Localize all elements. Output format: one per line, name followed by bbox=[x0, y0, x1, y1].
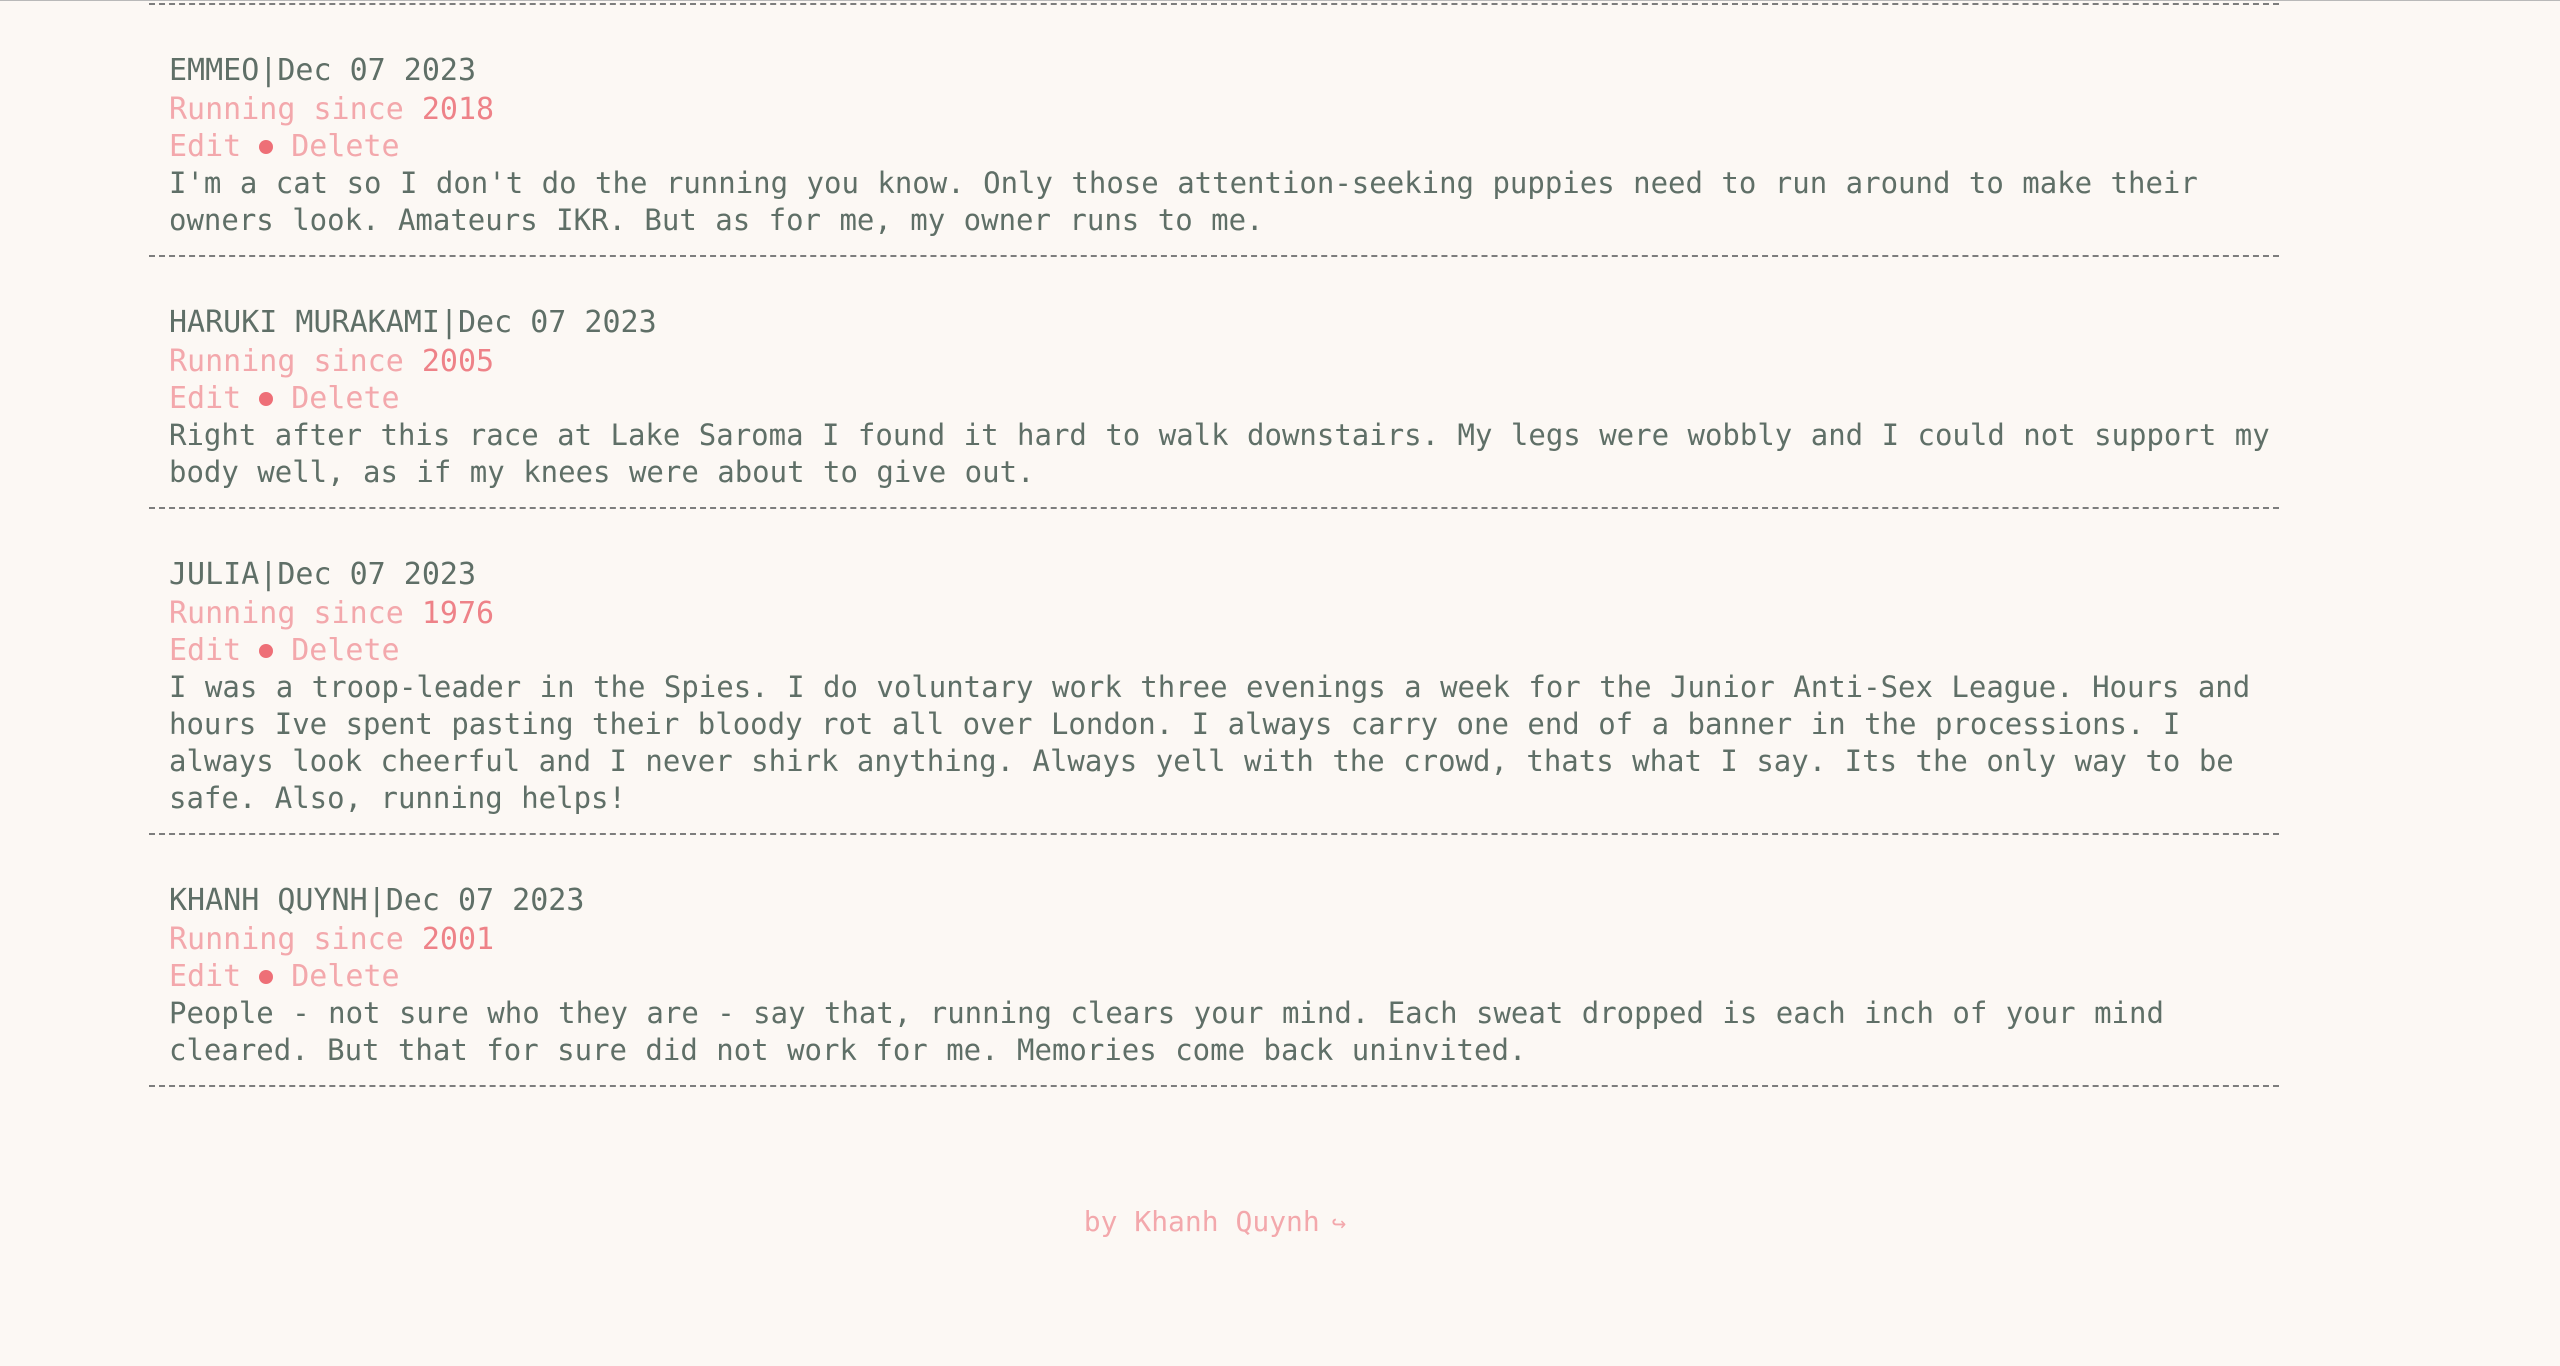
running-since-label: Running since bbox=[169, 92, 404, 127]
footer: by Khanh Quynh ↪ bbox=[0, 1205, 2430, 1238]
header-separator: | bbox=[367, 883, 386, 918]
entry-date: Dec 07 2023 bbox=[458, 305, 657, 340]
running-since: Running since 2018 bbox=[169, 91, 2259, 129]
bullet-dot-icon bbox=[259, 140, 274, 154]
delete-button[interactable]: Delete bbox=[291, 129, 399, 165]
entry-text: I'm a cat so I don't do the running you … bbox=[169, 166, 2198, 237]
entry-date: Dec 07 2023 bbox=[277, 557, 477, 592]
bullet-dot-icon bbox=[259, 392, 274, 406]
entry-actions: Edit Delete bbox=[169, 633, 2259, 669]
running-since-year: 2005 bbox=[421, 344, 495, 379]
entry-author-name: EMMEO bbox=[169, 53, 260, 88]
entry-header: EMMEO|Dec 07 2023 bbox=[169, 51, 2259, 91]
entry-header: JULIA|Dec 07 2023 bbox=[169, 555, 2259, 595]
edit-button[interactable]: Edit bbox=[169, 129, 241, 165]
running-since-label: Running since bbox=[169, 596, 404, 631]
running-since: Running since 2001 bbox=[169, 921, 2259, 959]
entries-list: EMMEO|Dec 07 2023 Running since 2018 Edi… bbox=[149, 3, 2279, 1087]
entry-actions: Edit Delete bbox=[169, 129, 2259, 165]
entry: JULIA|Dec 07 2023 Running since 1976 Edi… bbox=[149, 509, 2279, 833]
entry-text: People - not sure who they are - say tha… bbox=[169, 996, 2164, 1067]
edit-button[interactable]: Edit bbox=[169, 959, 241, 995]
entry-date: Dec 07 2023 bbox=[277, 53, 477, 88]
entry-actions: Edit Delete bbox=[169, 381, 2259, 417]
entry-text: I was a troop-leader in the Spies. I do … bbox=[169, 670, 2251, 815]
entry-actions: Edit Delete bbox=[169, 959, 2259, 995]
running-since: Running since 1976 bbox=[169, 595, 2259, 633]
entry-author-name: HARUKI MURAKAMI bbox=[169, 305, 440, 340]
delete-button[interactable]: Delete bbox=[291, 381, 399, 417]
top-border bbox=[0, 0, 2560, 1]
header-separator: | bbox=[439, 305, 458, 340]
header-separator: | bbox=[259, 53, 278, 88]
edit-button[interactable]: Edit bbox=[169, 633, 241, 669]
delete-button[interactable]: Delete bbox=[291, 633, 399, 669]
running-since: Running since 2005 bbox=[169, 343, 2259, 381]
edit-button[interactable]: Edit bbox=[169, 381, 241, 417]
entry-author-name: JULIA bbox=[169, 557, 260, 592]
return-arrow-icon[interactable]: ↪ bbox=[1332, 1209, 1346, 1237]
delete-button[interactable]: Delete bbox=[291, 959, 399, 995]
bullet-dot-icon bbox=[259, 970, 274, 984]
entry: KHANH QUYNH|Dec 07 2023 Running since 20… bbox=[149, 835, 2279, 1085]
running-since-year: 1976 bbox=[421, 596, 495, 631]
entry-divider bbox=[149, 1085, 2279, 1087]
entry-date: Dec 07 2023 bbox=[385, 883, 585, 918]
running-since-label: Running since bbox=[169, 922, 404, 957]
bullet-dot-icon bbox=[259, 644, 274, 658]
entry-text: Right after this race at Lake Saroma I f… bbox=[169, 418, 2270, 489]
running-since-label: Running since bbox=[169, 344, 404, 379]
running-since-year: 2018 bbox=[421, 92, 495, 127]
entry-author-name: KHANH QUYNH bbox=[169, 883, 368, 918]
author-credit-link[interactable]: by Khanh Quynh bbox=[1084, 1205, 1320, 1238]
entry: EMMEO|Dec 07 2023 Running since 2018 Edi… bbox=[149, 5, 2279, 255]
running-since-year: 2001 bbox=[421, 922, 495, 957]
entry: HARUKI MURAKAMI|Dec 07 2023 Running sinc… bbox=[149, 257, 2279, 507]
header-separator: | bbox=[259, 557, 278, 592]
entry-header: HARUKI MURAKAMI|Dec 07 2023 bbox=[169, 303, 2259, 343]
entry-header: KHANH QUYNH|Dec 07 2023 bbox=[169, 881, 2259, 921]
